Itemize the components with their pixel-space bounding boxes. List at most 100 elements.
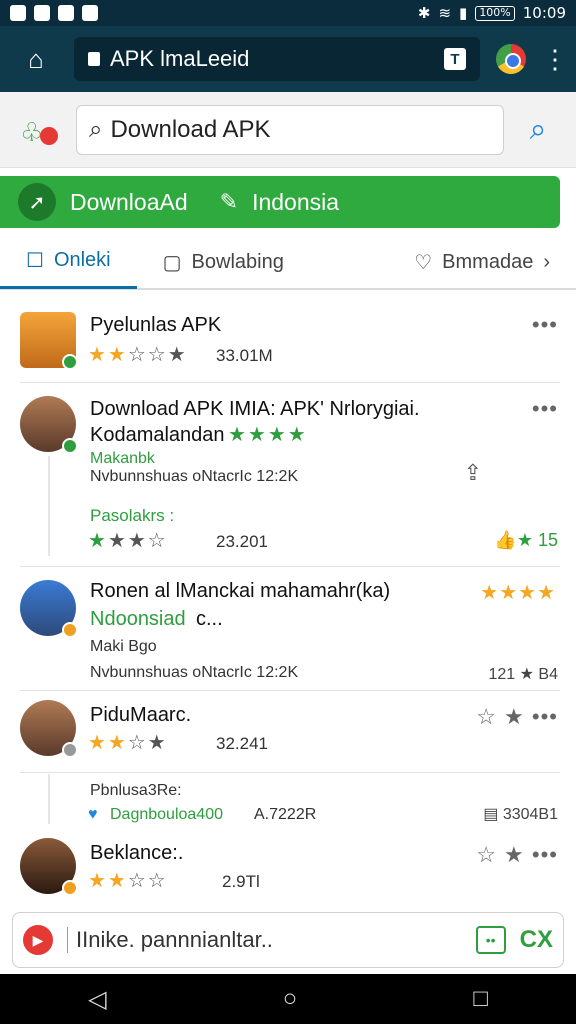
download-count: 2.9Tl [222, 872, 260, 891]
verified-badge-icon [62, 354, 78, 370]
download-count: 33.01M [216, 346, 273, 365]
system-nav-bar: ◁ ○ □ [0, 974, 576, 1024]
item-tag: Makanbk [90, 450, 155, 467]
item-link-meta: A.7222R [254, 806, 317, 823]
avatar [20, 838, 78, 896]
target-icon [58, 5, 74, 21]
avatar [20, 396, 78, 454]
rating-stars: ★★☆☆ [88, 870, 168, 892]
item-title: Ronen al lManckai mahamahr(ka) [90, 580, 391, 602]
share-icon[interactable]: ⇪ [464, 460, 482, 486]
item-title: Download APK IMIA: APK' Nrlorygiai. [90, 398, 420, 420]
badge-icon [62, 880, 78, 896]
input-placeholder: IInike. pannnianltar.. [67, 927, 462, 953]
app-list: Pyelunlas APK ★★☆☆★ 33.01M ••• Download … [0, 296, 576, 906]
item-subtitle-suffix: c... [196, 608, 223, 630]
list-item[interactable]: Beklance:. ★★☆☆ 2.9Tl ☆ ★ ••• [0, 832, 576, 906]
chat-icon: ▢ [162, 251, 182, 274]
badge-icon [62, 742, 78, 758]
badge-icon [62, 622, 78, 638]
search-icon: ⌕ [89, 115, 103, 143]
status-bar: ✱ ≋ ▮ 100% 10:09 [0, 0, 576, 26]
list-item[interactable]: Pbnlusa3Re: ♥ Dagnbouloa400 A.7222R ▤ 33… [0, 774, 576, 828]
rating-stars: ★★☆★ [88, 732, 168, 754]
play-icon[interactable]: ▶ [23, 925, 53, 955]
download-arrow-icon: ➚ [18, 183, 56, 221]
item-meta: Nvbunnshuas oNtacrIc 12:2K [90, 664, 299, 681]
avatar [20, 580, 78, 638]
bluetooth-icon: ✱ [417, 4, 431, 22]
emoji-icon[interactable]: •• [475, 926, 506, 954]
site-logo[interactable]: ♧ [18, 113, 62, 147]
wifi-icon: ≋ [438, 4, 452, 22]
download-count: 23.201 [216, 532, 268, 551]
item-title: Beklance:. [90, 842, 184, 864]
send-icon[interactable]: CX [520, 926, 553, 954]
more-options-icon[interactable]: ☆ ★ ••• [476, 842, 558, 868]
status-time: 10:09 [522, 4, 566, 22]
rating-stars: ★★★☆ [88, 530, 168, 552]
avatar [20, 312, 78, 370]
home-circle-icon[interactable]: ○ [283, 985, 298, 1013]
rating-stars: ★★★★ [480, 582, 556, 604]
square-icon: ☐ [26, 250, 44, 272]
item-right-meta: 121 ★ B4 [488, 666, 559, 683]
item-title: PiduMaarc. [90, 704, 192, 726]
list-item[interactable]: Ronen al lManckai mahamahr(ka) ★★★★ Ndoo… [0, 568, 576, 688]
back-icon[interactable]: ◁ [88, 985, 106, 1014]
banner-label-1: DownloaAd [70, 188, 188, 215]
item-link[interactable]: Dagnbouloa400 [110, 806, 223, 824]
tab-bar: ☐ Onleki ▢ Bowlabing ♡ Bmmadae › [0, 236, 576, 290]
tab-label: Bmmadae [442, 250, 534, 273]
item-subtitle: Kodamalandan [90, 424, 225, 446]
logo-dot [40, 126, 58, 145]
search-query: Download APK [110, 115, 271, 143]
address-bar[interactable]: APK lmaLeeid T [74, 37, 480, 81]
download-banner[interactable]: ➚ DownloaAd ✎ Indonsia [0, 176, 560, 228]
banner-label-2: Indonsia [252, 188, 340, 215]
status-left-icons [10, 5, 98, 21]
search-row: ♧ ⌕ Download APK ⌕ [0, 92, 576, 168]
thumb-up-icon: 👍★ [494, 530, 538, 550]
item-subtitle: Ndoonsiad [90, 608, 186, 630]
more-options-icon[interactable]: ••• [532, 312, 558, 338]
item-title: Pyelunlas APK [90, 314, 222, 336]
item-label: Pbnlusa3Re: [90, 782, 182, 799]
more-vert-icon[interactable]: ⋮ [542, 44, 568, 75]
tab-bowlabing[interactable]: ▢ Bowlabing [137, 235, 310, 289]
item-right-meta: ▤ 3304B1 [483, 806, 558, 823]
list-item[interactable]: Pyelunlas APK ★★☆☆★ 33.01M ••• [0, 296, 576, 382]
url-text: APK lmaLeeid [110, 46, 250, 71]
tab-label: Bowlabing [191, 250, 284, 273]
chrome-icon[interactable] [496, 44, 526, 74]
list-item[interactable]: PiduMaarc. ★★☆★ 32.241 ☆ ★ ••• [0, 692, 576, 772]
rating-stars: ★★★★ [228, 424, 308, 446]
thread-line [48, 774, 50, 824]
divider [20, 772, 560, 773]
tab-label: Onleki [53, 249, 111, 271]
tab-switcher-button[interactable]: T [444, 48, 466, 70]
search-button[interactable]: ⌕ [518, 113, 558, 147]
download-icon [82, 5, 98, 21]
like-count-value: 15 [537, 530, 558, 550]
battery-indicator: 100% [475, 5, 515, 21]
mail-icon [10, 5, 26, 21]
tab-bmmadae[interactable]: ♡ Bmmadae › [388, 235, 576, 289]
tab-onleki[interactable]: ☐ Onleki [0, 235, 137, 289]
like-count[interactable]: 👍★ 15 [494, 530, 558, 551]
item-meta: Nvbunnshuas oNtacrIc 12:2K [90, 468, 299, 485]
pencil-icon: ✎ [219, 189, 239, 214]
comment-input[interactable]: ▶ IInike. pannnianltar.. •• CX [12, 912, 564, 968]
home-icon[interactable]: ⌂ [14, 37, 58, 81]
more-options-icon[interactable]: ••• [532, 396, 558, 422]
signal-icon: ▮ [459, 4, 468, 22]
avatar [20, 700, 78, 758]
heart-icon: ♥ [88, 806, 98, 823]
recents-icon[interactable]: □ [473, 985, 488, 1013]
divider [20, 690, 560, 691]
download-count: 32.241 [216, 734, 268, 753]
search-input[interactable]: ⌕ Download APK [76, 104, 504, 155]
lock-icon [88, 52, 100, 66]
list-item[interactable]: Download APK IMIA: APK' Nrlorygiai. Koda… [0, 384, 576, 564]
more-options-icon[interactable]: ☆ ★ ••• [476, 704, 558, 730]
